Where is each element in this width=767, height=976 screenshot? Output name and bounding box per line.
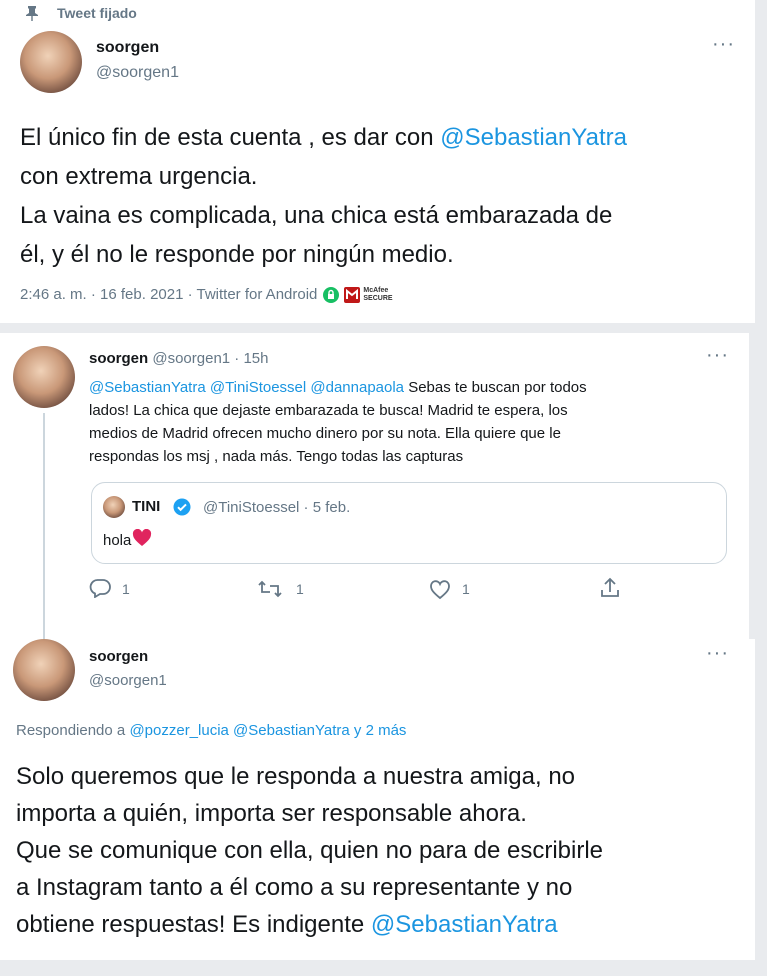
- tweet-text: @SebastianYatra @TiniStoessel @dannapaol…: [89, 376, 739, 468]
- more-options-icon[interactable]: ···: [706, 642, 729, 665]
- reply-icon[interactable]: [89, 578, 111, 603]
- more-options-icon[interactable]: ···: [706, 344, 729, 367]
- replying-prefix: Respondiendo a: [16, 722, 130, 739]
- quoted-text-value: hola: [103, 531, 132, 549]
- tweet-text-line: él, y él no le responde por ningún medio…: [20, 241, 454, 268]
- retweet-count: 1: [296, 581, 304, 597]
- tweet-text-line: a Instagram tanto a él como a su represe…: [16, 874, 573, 901]
- secure-lock-icon: [323, 286, 340, 303]
- avatar[interactable]: [13, 346, 75, 408]
- mention-link[interactable]: @SebastianYatra: [371, 911, 558, 938]
- tweet-text-line: Solo queremos que le responda a nuestra …: [16, 763, 576, 790]
- tweet-timestamp[interactable]: 2:46 a. m. · 16 feb. 2021 · Twitter for …: [20, 286, 317, 303]
- pinned-tweet-card[interactable]: Tweet fijado soorgen @soorgen1 ··· El ún…: [0, 0, 755, 323]
- tweet-text: Solo queremos que le responda a nuestra …: [16, 758, 751, 943]
- pinned-label: Tweet fijado: [57, 5, 137, 21]
- replying-to: Respondiendo a @pozzer_lucia @SebastianY…: [16, 722, 406, 739]
- quoted-avatar: [103, 496, 125, 518]
- author-handle-time[interactable]: @soorgen1 · 15h: [152, 350, 268, 367]
- tweet-text-line: respondas los msj , nada más. Tengo toda…: [89, 448, 464, 465]
- tweet-text-line: importa a quién, importa ser responsable…: [16, 800, 527, 827]
- tweet-meta: 2:46 a. m. · 16 feb. 2021 · Twitter for …: [20, 286, 393, 303]
- retweet-icon[interactable]: [258, 580, 282, 603]
- quoted-author-name: TINI: [132, 498, 161, 515]
- avatar[interactable]: [20, 31, 82, 93]
- like-count: 1: [462, 581, 470, 597]
- tweet-text-line: medios de Madrid ofrecen mucho dinero po…: [89, 425, 561, 442]
- heart-emoji-icon: [132, 528, 152, 551]
- tweet-with-quote-card[interactable]: soorgen @soorgen1 · 15h ··· @SebastianYa…: [0, 333, 749, 639]
- author-name[interactable]: soorgen: [96, 39, 159, 57]
- reply-tweet-card[interactable]: soorgen @soorgen1 ··· Respondiendo a @po…: [0, 639, 755, 960]
- author-handle[interactable]: @soorgen1: [96, 64, 179, 82]
- tweet-text-line: Sebas te buscan por todos: [404, 379, 587, 396]
- author-handle[interactable]: @soorgen1: [89, 672, 167, 689]
- thread-line: [43, 413, 45, 639]
- mention-link[interactable]: @SebastianYatra: [440, 124, 627, 151]
- mcafee-secure-text: McAfee SECURE: [363, 286, 393, 302]
- tweet-text: El único fin de esta cuenta , es dar con…: [20, 118, 750, 274]
- verified-badge-icon: [173, 498, 191, 521]
- pin-icon: [25, 5, 39, 21]
- reply-count: 1: [122, 581, 130, 597]
- mention-links[interactable]: @SebastianYatra @TiniStoessel @dannapaol…: [89, 379, 404, 396]
- tweet-text-line: Que se comunique con ella, quien no para…: [16, 837, 604, 864]
- tweet-text-line: La vaina es complicada, una chica está e…: [20, 202, 613, 229]
- tweet-header: soorgen @soorgen1 · 15h: [89, 350, 269, 367]
- tweet-text-line: lados! La chica que dejaste embarazada t…: [89, 402, 568, 419]
- share-icon[interactable]: [599, 577, 621, 604]
- like-icon[interactable]: [429, 580, 451, 605]
- more-options-icon[interactable]: ···: [712, 33, 735, 56]
- quoted-text: hola: [103, 528, 152, 551]
- author-name[interactable]: soorgen: [89, 648, 148, 665]
- tweet-text-line: con extrema urgencia.: [20, 163, 258, 190]
- author-name[interactable]: soorgen: [89, 350, 148, 367]
- quoted-handle-date: @TiniStoessel · 5 feb.: [203, 499, 351, 516]
- replying-users-link[interactable]: @pozzer_lucia @SebastianYatra y 2 más: [129, 722, 406, 739]
- avatar[interactable]: [13, 639, 75, 701]
- mcafee-logo-icon: [344, 286, 361, 303]
- tweet-text-line: El único fin de esta cuenta , es dar con: [20, 124, 441, 151]
- quoted-tweet[interactable]: TINI @TiniStoessel · 5 feb. hola: [91, 482, 727, 564]
- tweet-text-line: obtiene respuestas! Es indigente: [16, 911, 371, 938]
